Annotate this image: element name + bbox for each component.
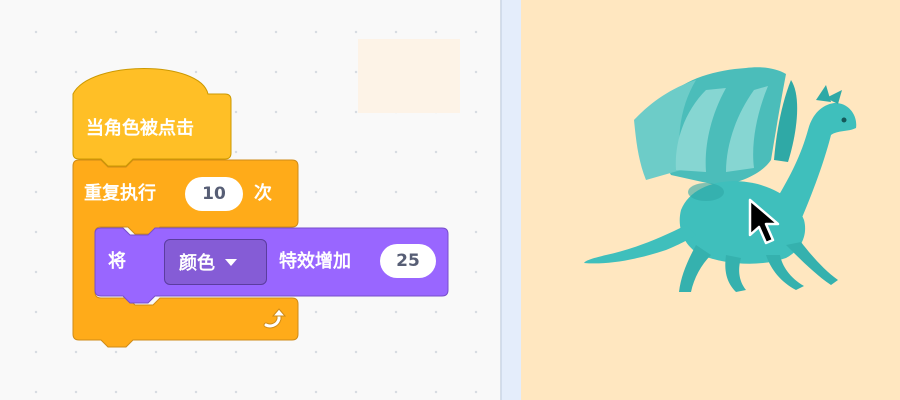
code-workspace[interactable]: 当角色被点击 重复执行 10 次 将 颜色 特效增加 25	[0, 0, 501, 400]
effect-block-label[interactable]: 特效增加	[279, 253, 351, 271]
script-stack: 当角色被点击 重复执行 10 次 将 颜色 特效增加 25	[0, 0, 500, 400]
repeat-count-input[interactable]: 10	[185, 177, 243, 211]
repeat-arrow-icon	[263, 308, 287, 329]
hat-block-label[interactable]: 当角色被点击	[86, 120, 194, 138]
repeat-times-label: 次	[254, 183, 272, 204]
effect-dropdown[interactable]: 颜色	[164, 239, 267, 285]
dragon-sprite[interactable]	[576, 60, 866, 305]
mouse-cursor-icon	[748, 198, 780, 245]
block-shapes	[72, 68, 449, 348]
effect-amount-input[interactable]: 25	[380, 244, 436, 278]
repeat-block-label[interactable]: 重复执行	[84, 185, 156, 203]
dropdown-caret-icon	[225, 258, 237, 266]
panel-divider[interactable]	[501, 0, 523, 400]
effect-dropdown-value: 颜色	[179, 253, 215, 274]
effect-block-prefix[interactable]: 将	[108, 253, 126, 271]
